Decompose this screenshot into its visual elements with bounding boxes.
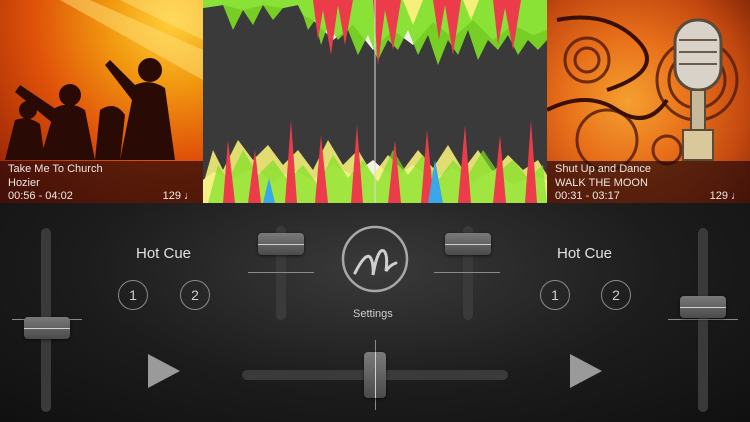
settings-button[interactable] [340, 225, 410, 295]
right-track-info: Shut Up and Dance WALK THE MOON 00:31 - … [547, 161, 750, 203]
right-hot-cue-2-button[interactable]: 2 [601, 280, 631, 310]
left-track-time: 00:56 - 04:02 [8, 190, 73, 202]
crossfader-knob[interactable] [364, 352, 386, 398]
right-channel-volume-knob[interactable] [445, 233, 491, 256]
right-hot-cue-label: Hot Cue [557, 245, 613, 262]
right-play-button[interactable] [570, 354, 602, 388]
right-hot-cue-1-button[interactable]: 1 [540, 280, 570, 310]
right-volume-knob-line [445, 244, 491, 246]
left-hot-cue-2-button[interactable]: 2 [180, 280, 210, 310]
left-track-title: Take Me To Church [8, 163, 103, 175]
left-channel-volume-knob[interactable] [258, 233, 304, 256]
left-hot-cue-label: Hot Cue [136, 245, 192, 262]
right-track-title: Shut Up and Dance [555, 163, 652, 175]
waveform-display[interactable] [203, 0, 547, 203]
left-hot-cue-1-button[interactable]: 1 [118, 280, 148, 310]
right-deck-artwork[interactable]: Shut Up and Dance WALK THE MOON 00:31 - … [547, 0, 750, 203]
left-track-info: Take Me To Church Hozier 00:56 - 04:02 1… [0, 161, 203, 203]
right-pitch-center-guide [668, 319, 738, 320]
left-pitch-slider-knob[interactable] [24, 317, 70, 340]
left-track-artist: Hozier [8, 177, 40, 189]
left-play-button[interactable] [148, 354, 180, 388]
right-channel-volume-guide [434, 272, 500, 273]
right-track-bpm: 129 ♩ [709, 190, 742, 202]
right-track-time: 00:31 - 03:17 [555, 190, 620, 202]
left-pitch-knob-line [24, 328, 70, 330]
settings-label: Settings [353, 308, 393, 320]
waveform-graphic [203, 0, 547, 203]
left-volume-knob-line [258, 244, 304, 246]
left-channel-volume-guide [248, 272, 314, 273]
right-pitch-slider-knob[interactable] [680, 296, 726, 319]
left-track-bpm: 129 ♩ [162, 190, 195, 202]
right-pitch-track[interactable] [698, 228, 708, 412]
right-pitch-knob-line [680, 307, 726, 309]
crossfader-knob-line [375, 352, 376, 398]
right-track-artist: WALK THE MOON [555, 177, 648, 189]
brand-logo-icon [341, 225, 409, 293]
left-deck-artwork[interactable]: Take Me To Church Hozier 00:56 - 04:02 1… [0, 0, 203, 203]
